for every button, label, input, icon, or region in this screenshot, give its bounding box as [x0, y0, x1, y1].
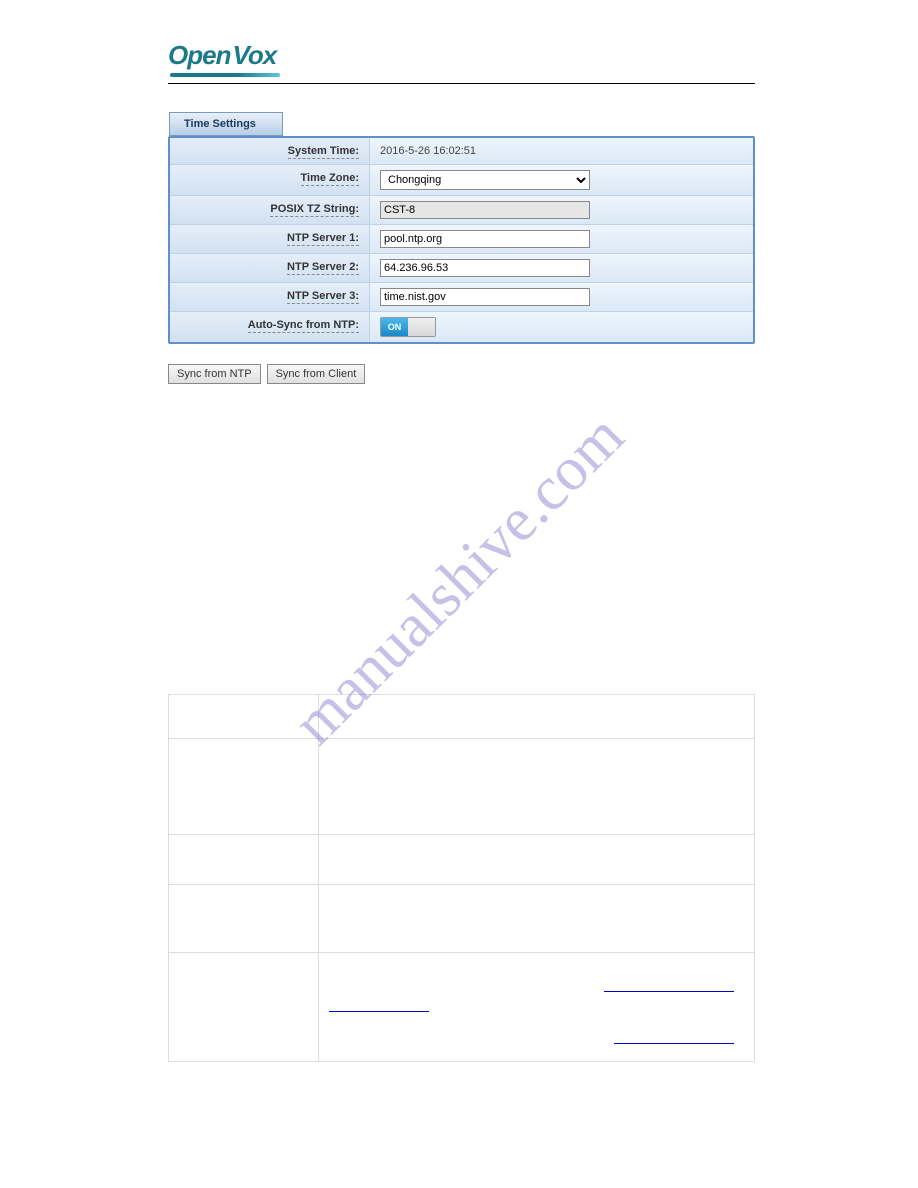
row-time-zone: Time Zone: Chongqing: [170, 165, 753, 196]
link-underline: [614, 1043, 734, 1044]
toggle-off-side: [408, 318, 435, 336]
value-system-time: 2016-5-26 16:02:51: [380, 145, 476, 157]
row-ntp2: NTP Server 2:: [170, 254, 753, 283]
header-divider: [168, 83, 755, 84]
label-autosync: Auto-Sync from NTP:: [248, 319, 359, 333]
label-system-time: System Time:: [288, 145, 359, 159]
row-posix-tz: POSIX TZ String:: [170, 196, 753, 225]
logo-part2: Vox: [232, 40, 276, 71]
row-ntp3: NTP Server 3:: [170, 283, 753, 312]
ntp-server-3-field[interactable]: [380, 288, 590, 306]
toggle-on-label: ON: [381, 318, 408, 336]
tab-time-settings[interactable]: Time Settings: [169, 112, 283, 136]
sync-from-client-button[interactable]: Sync from Client: [267, 364, 366, 384]
link-underline: [604, 991, 734, 992]
settings-panel: System Time: 2016-5-26 16:02:51 Time Zon…: [168, 136, 755, 344]
autosync-toggle[interactable]: ON: [380, 317, 436, 337]
label-posix-tz: POSIX TZ String:: [270, 203, 359, 217]
tab-label: Time Settings: [184, 118, 256, 130]
buttons-row: Sync from NTP Sync from Client: [168, 364, 755, 384]
time-zone-select[interactable]: Chongqing: [380, 170, 590, 190]
posix-tz-field[interactable]: [380, 201, 590, 219]
row-autosync: Auto-Sync from NTP: ON: [170, 312, 753, 342]
label-ntp3: NTP Server 3:: [287, 290, 359, 304]
ntp-server-2-field[interactable]: [380, 259, 590, 277]
sync-from-ntp-button[interactable]: Sync from NTP: [168, 364, 261, 384]
ntp-server-1-field[interactable]: [380, 230, 590, 248]
logo-part1: Open: [168, 40, 230, 71]
row-ntp1: NTP Server 1:: [170, 225, 753, 254]
label-time-zone: Time Zone:: [301, 172, 359, 186]
logo: OpenVox: [168, 40, 755, 77]
description-table: [168, 694, 755, 1062]
row-system-time: System Time: 2016-5-26 16:02:51: [170, 138, 753, 165]
label-ntp1: NTP Server 1:: [287, 232, 359, 246]
link-underline: [329, 1011, 429, 1012]
label-ntp2: NTP Server 2:: [287, 261, 359, 275]
